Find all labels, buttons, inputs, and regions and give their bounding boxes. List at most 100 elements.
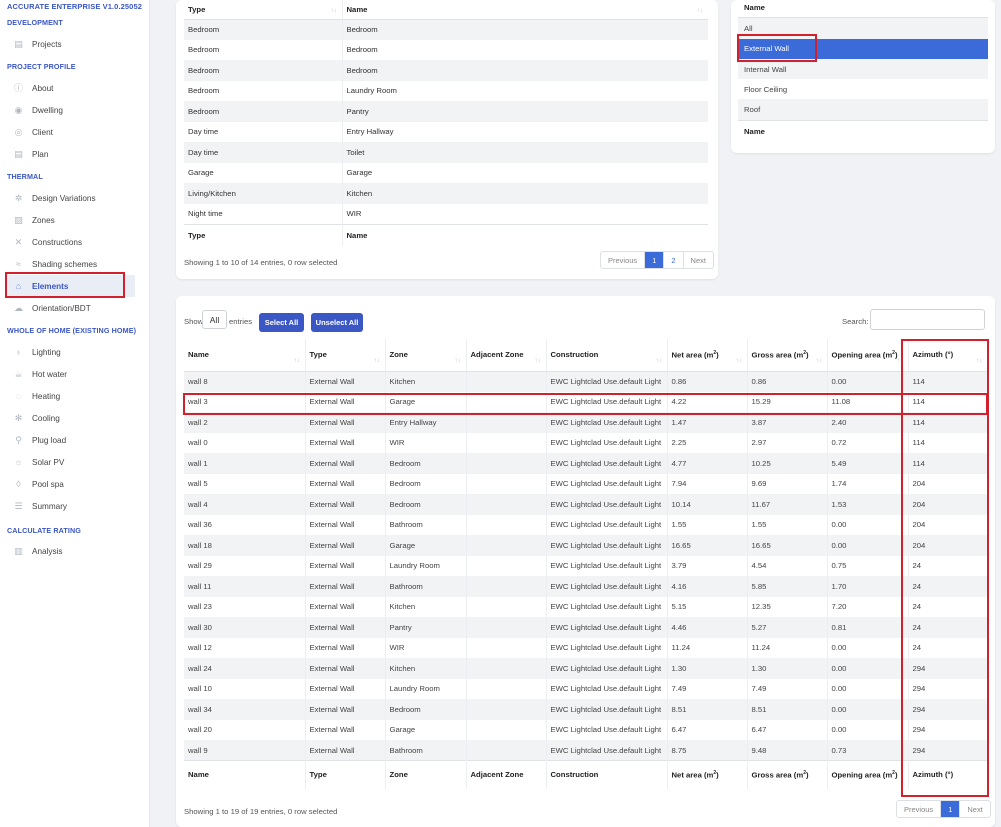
sidebar-item-client[interactable]: ◎ Client xyxy=(5,121,135,143)
table-row[interactable]: Bedroom Bedroom xyxy=(184,19,708,40)
table-row[interactable]: wall 30 External Wall Pantry EWC Lightclad … xyxy=(184,617,987,638)
page-1-button[interactable]: 1 xyxy=(941,801,961,817)
table-cell: EWC Lightclad Use.default Light xyxy=(546,473,668,494)
table-row[interactable]: wall 2 External Wall Entry Hallway EWC Ligh… xyxy=(184,412,987,433)
previous-page-button[interactable]: Previous xyxy=(601,252,646,268)
next-page-button[interactable]: Next xyxy=(960,801,989,817)
table-row[interactable]: wall 1 External Wall Bedroom EWC Lightclad … xyxy=(184,453,987,474)
table-row[interactable]: Bedroom Laundry Room xyxy=(184,80,708,101)
table-cell xyxy=(466,391,547,412)
table-row[interactable]: wall 18 External Wall Garage EWC Lightclad … xyxy=(184,535,987,556)
column-header-type[interactable]: Type ↑↓ xyxy=(305,339,386,372)
table-row[interactable]: Garage Garage xyxy=(184,162,708,183)
table-row[interactable]: wall 24 External Wall Kitchen EWC Lightclad… xyxy=(184,658,987,679)
page-2-button[interactable]: 2 xyxy=(664,252,684,268)
table-row[interactable]: wall 3 External Wall Garage EWC Lightclad U… xyxy=(184,391,987,412)
table-cell: 204 xyxy=(908,473,987,494)
sidebar-item-cooling[interactable]: ✻ Cooling xyxy=(5,407,135,429)
sidebar-item-zones[interactable]: ▨ Zones xyxy=(5,209,135,231)
entries-length-select[interactable]: All xyxy=(202,310,227,329)
sidebar-item-plug-load[interactable]: ⚲ Plug load xyxy=(5,429,135,451)
table-cell: wall 18 xyxy=(184,535,306,556)
search-input[interactable] xyxy=(870,309,985,330)
table-row[interactable]: Day time Entry Hallway xyxy=(184,121,708,142)
table-cell: EWC Lightclad Use.default Light xyxy=(546,740,668,761)
sidebar-item-design-variations[interactable]: ✲ Design Variations xyxy=(5,187,135,209)
table-cell: 1.74 xyxy=(827,473,909,494)
table-row[interactable]: wall 12 External Wall WIR EWC Lightclad Use… xyxy=(184,637,987,658)
table-cell: 0.75 xyxy=(827,555,909,576)
sidebar-item-solar-pv[interactable]: ☼ Solar PV xyxy=(5,451,135,473)
sidebar-item-orientation-bdt[interactable]: ☁ Orientation/BDT xyxy=(5,297,135,319)
column-header-azimuth[interactable]: Azimuth (°) ↑↓ xyxy=(908,339,987,372)
table-row[interactable]: wall 11 External Wall Bathroom EWC Lightcla… xyxy=(184,576,987,597)
sidebar-item-projects[interactable]: ▤ Projects xyxy=(5,33,135,55)
column-header-adjacent-zone[interactable]: Adjacent Zone ↑↓ xyxy=(466,339,547,372)
table-cell: 1.70 xyxy=(827,576,909,597)
sidebar-item-label: Analysis xyxy=(32,546,63,556)
next-page-button[interactable]: Next xyxy=(684,252,713,268)
unselect-all-button[interactable]: Unselect All xyxy=(311,313,363,332)
select-all-button[interactable]: Select All xyxy=(259,313,304,332)
cup-icon: ☕ xyxy=(14,368,23,379)
table-row[interactable]: wall 20 External Wall Garage EWC Lightclad … xyxy=(184,719,987,740)
sidebar-item-hot-water[interactable]: ☕ Hot water xyxy=(5,363,135,385)
filter-item-floor-ceiling[interactable]: Floor Ceiling xyxy=(738,79,988,99)
filter-item-all[interactable]: All xyxy=(738,18,988,39)
table-row[interactable]: Day time Toilet xyxy=(184,142,708,163)
column-header-construction[interactable]: Construction ↑↓ xyxy=(546,339,668,372)
table-row[interactable]: Night time WIR xyxy=(184,203,708,224)
table-row[interactable]: wall 5 External Wall Bedroom EWC Lightclad … xyxy=(184,473,987,494)
sidebar-item-shading-schemes[interactable]: ≈ Shading schemes xyxy=(5,253,135,275)
filter-item-roof[interactable]: Roof xyxy=(738,99,988,120)
sidebar-item-label: Plan xyxy=(32,149,49,159)
sidebar-item-lighting[interactable]: ♁ Lighting xyxy=(5,341,135,363)
table-row[interactable]: wall 4 External Wall Bedroom EWC Lightclad … xyxy=(184,494,987,515)
table-cell xyxy=(466,494,547,515)
column-header-name[interactable]: Name ↑↓ xyxy=(184,339,306,372)
table-row[interactable]: wall 36 External Wall Bathroom EWC Lightcla… xyxy=(184,514,987,535)
table-cell: Pantry xyxy=(342,101,708,122)
filter-item-external-wall[interactable]: External Wall xyxy=(738,38,988,59)
table-cell: 6.47 xyxy=(747,719,828,740)
bar-chart-icon: ▥ xyxy=(14,545,23,556)
sidebar-item-plan[interactable]: ▤ Plan xyxy=(5,143,135,165)
table-cell: EWC Lightclad Use.default Light xyxy=(546,391,668,412)
sidebar-item-dwelling[interactable]: ◉ Dwelling xyxy=(5,99,135,121)
sidebar-item-constructions[interactable]: ✕ Constructions xyxy=(5,231,135,253)
table-row[interactable]: wall 29 External Wall Laundry Room EWC Ligh… xyxy=(184,555,987,576)
table-row[interactable]: wall 8 External Wall Kitchen EWC Lightclad … xyxy=(184,371,987,392)
column-header-net-area[interactable]: Net area (m2) ↑↓ xyxy=(667,339,748,372)
sidebar-item-elements[interactable]: ⌂ Elements xyxy=(5,275,135,297)
table-row[interactable]: Bedroom Bedroom xyxy=(184,39,708,60)
table-row[interactable]: wall 0 External Wall WIR EWC Lightclad Use.… xyxy=(184,432,987,453)
sidebar-item-heating[interactable]: ◌ Heating xyxy=(5,385,135,407)
table-cell: wall 8 xyxy=(184,371,306,392)
column-header-type[interactable]: Type ↑↓ xyxy=(184,0,343,20)
table-row[interactable]: wall 23 External Wall Kitchen EWC Lightclad… xyxy=(184,596,987,617)
table-row[interactable]: Living/Kitchen Kitchen xyxy=(184,183,708,204)
column-header-gross-area[interactable]: Gross area (m2) ↑↓ xyxy=(747,339,828,372)
table-cell: EWC Lightclad Use.default Light xyxy=(546,514,668,535)
table-cell: External Wall xyxy=(305,740,386,761)
sidebar-item-summary[interactable]: ☰ Summary xyxy=(5,495,135,517)
sidebar-item-pool-spa[interactable]: ◊ Pool spa xyxy=(5,473,135,495)
table-row[interactable]: wall 9 External Wall Bathroom EWC Lightclad… xyxy=(184,740,987,761)
table-row[interactable]: Bedroom Bedroom xyxy=(184,60,708,81)
column-header-name[interactable]: Name ↑↓ xyxy=(342,0,708,20)
previous-page-button[interactable]: Previous xyxy=(897,801,942,817)
plug-icon: ⚲ xyxy=(15,434,22,445)
table-cell: wall 3 xyxy=(184,391,306,412)
column-header-zone[interactable]: Zone ↑↓ xyxy=(385,339,467,372)
column-header-opening-area[interactable]: Opening area (m2) ↑↓ xyxy=(827,339,909,372)
table-cell: Bedroom xyxy=(184,80,343,101)
table-cell: 7.20 xyxy=(827,596,909,617)
page-1-button[interactable]: 1 xyxy=(645,252,665,268)
sidebar-item-analysis[interactable]: ▥ Analysis xyxy=(5,540,135,562)
sidebar-item-label: About xyxy=(32,83,54,93)
sidebar-item-about[interactable]: ⓘ About xyxy=(5,77,135,99)
table-row[interactable]: Bedroom Pantry xyxy=(184,101,708,122)
table-row[interactable]: wall 34 External Wall Bedroom EWC Lightclad… xyxy=(184,699,987,720)
filter-item-internal-wall[interactable]: Internal Wall xyxy=(738,58,988,80)
table-row[interactable]: wall 10 External Wall Laundry Room EWC Ligh… xyxy=(184,678,987,699)
